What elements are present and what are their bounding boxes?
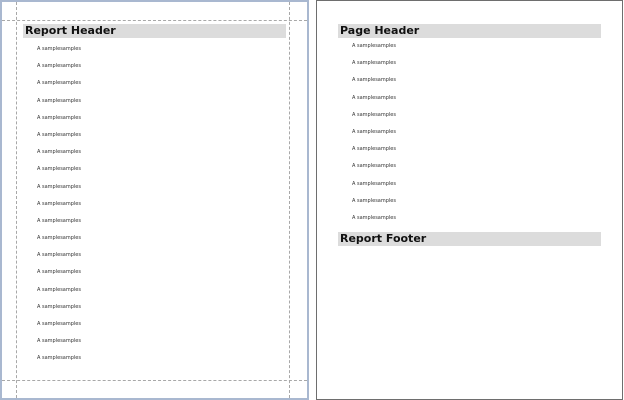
sample-line: A samplesamples bbox=[37, 217, 81, 224]
sample-line: A samplesamples bbox=[352, 163, 396, 170]
sample-line: A samplesamples bbox=[37, 131, 81, 138]
sample-line: A samplesamples bbox=[352, 214, 396, 221]
sample-line: A samplesamples bbox=[352, 43, 396, 49]
margin-guide-left bbox=[16, 2, 17, 398]
sample-line: A samplesamples bbox=[37, 46, 81, 52]
sample-line: A samplesamples bbox=[37, 235, 81, 242]
sample-line: A samplesamples bbox=[37, 80, 81, 87]
sample-line: A samplesamples bbox=[37, 114, 81, 121]
sample-line: A samplesamples bbox=[352, 60, 396, 67]
sample-line: A samplesamples bbox=[352, 146, 396, 153]
sample-line: A samplesamples bbox=[37, 166, 81, 173]
sample-line: A samplesamples bbox=[352, 197, 396, 204]
margin-guide-top bbox=[2, 20, 307, 21]
sample-line: A samplesamples bbox=[37, 252, 81, 259]
margin-guide-bottom bbox=[2, 380, 307, 381]
sample-line: A samplesamples bbox=[37, 63, 81, 70]
sample-line: A samplesamples bbox=[37, 338, 81, 345]
sample-line: A samplesamples bbox=[352, 180, 396, 187]
sample-line: A samplesamples bbox=[37, 200, 81, 207]
sample-line: A samplesamples bbox=[37, 286, 81, 293]
sample-line: A samplesamples bbox=[37, 303, 81, 310]
sample-line: A samplesamples bbox=[37, 355, 81, 362]
sample-line: A samplesamples bbox=[352, 94, 396, 101]
sample-lines-list: A samplesamples A samplesamples A samplesa… bbox=[37, 47, 81, 374]
report-page-2[interactable]: Page Header A samplesamples A samplesampl… bbox=[316, 0, 623, 400]
sample-line: A samplesamples bbox=[37, 97, 81, 104]
sample-line: A samplesamples bbox=[37, 269, 81, 276]
sample-line: A samplesamples bbox=[37, 321, 81, 327]
report-page-1[interactable]: Report Header A samplesamples A samplesam… bbox=[0, 0, 309, 400]
report-header-band[interactable]: Report Header bbox=[23, 24, 286, 38]
margin-guide-right bbox=[289, 2, 290, 398]
sample-line: A samplesamples bbox=[352, 128, 396, 135]
report-footer-band[interactable]: Report Footer bbox=[338, 232, 601, 246]
page-header-band[interactable]: Page Header bbox=[338, 24, 601, 38]
sample-line: A samplesamples bbox=[37, 149, 81, 156]
sample-line: A samplesamples bbox=[37, 183, 81, 190]
sample-line: A samplesamples bbox=[352, 77, 396, 84]
sample-line: A samplesamples bbox=[352, 111, 396, 118]
sample-lines-list: A samplesamples A samplesamples A samplesa… bbox=[352, 44, 396, 233]
